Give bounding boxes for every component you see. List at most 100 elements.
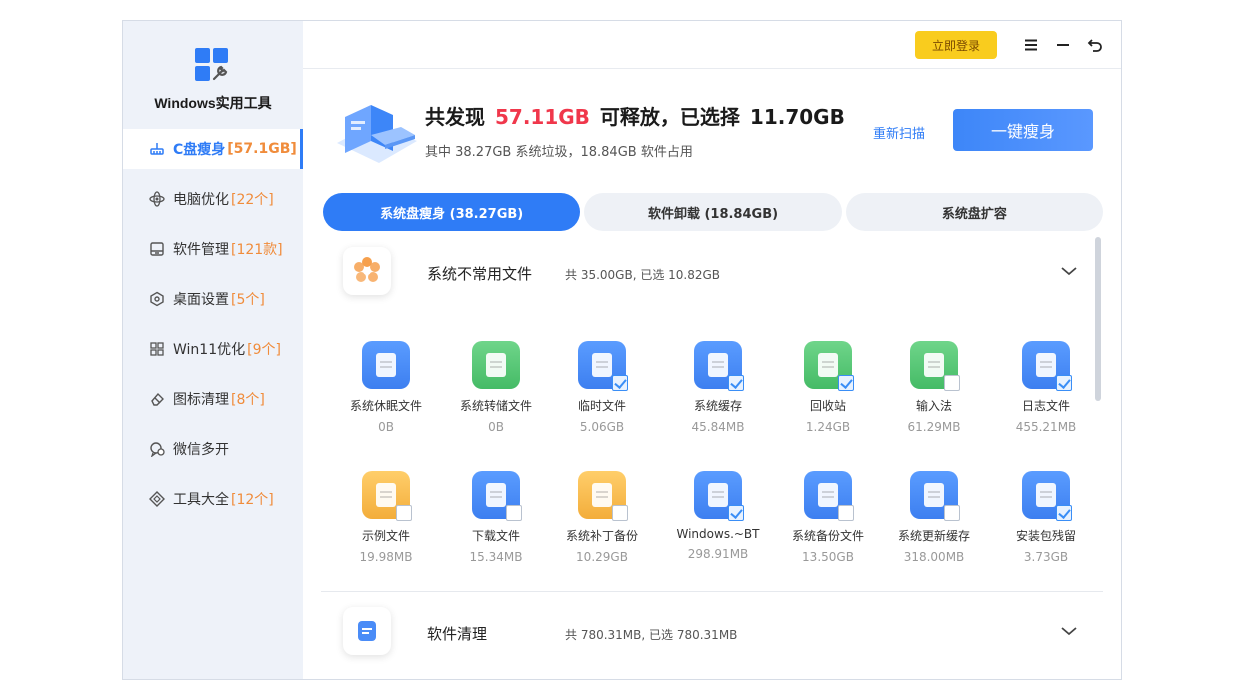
item-checkbox[interactable]: [944, 505, 960, 521]
sidebar-item-count: [8个]: [231, 392, 265, 408]
scrollbar[interactable]: [1095, 237, 1101, 401]
item-size: 0B: [378, 420, 394, 434]
item-size: 5.06GB: [579, 420, 625, 434]
sidebar-item-software-manage[interactable]: 软件管理 [121款]: [123, 229, 303, 269]
item-name: 回收站: [809, 399, 846, 413]
file-category-icon: [472, 341, 520, 389]
tab-system-slim[interactable]: 系统盘瘦身 (38.27GB): [323, 193, 581, 231]
file-category-icon: [578, 471, 628, 521]
item-name: 日志文件: [1021, 399, 1070, 413]
sidebar-item-win11-optimize[interactable]: Win11优化 [9个]: [123, 329, 303, 369]
sidebar-item-count: [57.1GB]: [227, 141, 297, 157]
item-checkbox[interactable]: [396, 505, 412, 521]
item-size: 1.24GB: [805, 420, 851, 434]
file-category-item[interactable]: 系统备份文件 13.50GB: [773, 471, 883, 564]
item-size: 13.50GB: [802, 550, 854, 564]
file-category-icon: [804, 471, 854, 521]
rescan-link[interactable]: 重新扫描: [873, 123, 925, 142]
file-category-icon: [1022, 341, 1072, 391]
grid-icon: [149, 341, 165, 357]
sidebar-item-pc-optimize[interactable]: 电脑优化 [22个]: [123, 179, 303, 219]
item-name: 示例文件: [361, 529, 410, 543]
section-header-uncommon-files[interactable]: 系统不常用文件 共 35.00GB, 已选 10.82GB: [321, 235, 1103, 299]
item-checkbox[interactable]: [612, 375, 628, 391]
sidebar-item-wechat-multi[interactable]: 微信多开: [123, 429, 303, 469]
sidebar-item-count: [12个]: [231, 492, 274, 508]
sidebar-item-toolbox[interactable]: 工具大全 [12个]: [123, 479, 303, 519]
sidebar-item-icon-cleanup[interactable]: 图标清理 [8个]: [123, 379, 303, 419]
file-category-item[interactable]: 系统转储文件 0B: [441, 341, 551, 434]
login-button[interactable]: 立即登录: [915, 31, 997, 59]
menu-icon[interactable]: [1021, 35, 1041, 55]
file-category-item[interactable]: 安装包残留 3.73GB: [991, 471, 1101, 564]
item-name: 系统缓存: [693, 399, 742, 413]
title-bar: 立即登录: [303, 21, 1121, 69]
item-size: 455.21MB: [1015, 420, 1077, 434]
selected-value: 11.70GB: [749, 105, 845, 129]
chevron-down-icon[interactable]: [1059, 261, 1079, 281]
broom-icon: [149, 141, 165, 157]
back-icon[interactable]: [1085, 35, 1105, 55]
item-name: 系统休眠文件: [349, 399, 422, 413]
item-checkbox[interactable]: [728, 375, 744, 391]
item-checkbox[interactable]: [506, 505, 522, 521]
hexagon-settings-icon: [149, 291, 165, 307]
selected-prefix: 可释放，已选择: [599, 105, 740, 129]
gear-flower-icon: [343, 247, 391, 295]
item-checkbox[interactable]: [1056, 375, 1072, 391]
item-checkbox[interactable]: [1056, 505, 1072, 521]
file-category-item[interactable]: Windows.~BT 298.91MB: [663, 471, 773, 561]
item-name: 系统更新缓存: [897, 529, 970, 543]
chevron-down-icon[interactable]: [1059, 621, 1079, 641]
item-checkbox[interactable]: [838, 375, 854, 391]
file-category-icon: [694, 341, 744, 391]
sidebar-item-label: 电脑优化: [173, 192, 229, 208]
found-prefix: 共发现: [425, 105, 485, 129]
file-category-icon: [804, 341, 854, 391]
scan-summary: 共发现 57.11GB 可释放，已选择 11.70GB 其中 38.27GB 系…: [303, 69, 1121, 191]
tab-software-uninstall[interactable]: 软件卸载 (18.84GB): [584, 193, 842, 231]
file-category-item[interactable]: 示例文件 19.98MB: [331, 471, 441, 564]
chat-icon: [149, 441, 165, 457]
sidebar-item-label: 桌面设置: [173, 292, 229, 308]
section-header-software-clean[interactable]: 软件清理 共 780.31MB, 已选 780.31MB: [321, 595, 1103, 659]
item-size: 10.29GB: [576, 550, 628, 564]
app-box-icon: [343, 607, 391, 655]
file-category-item[interactable]: 系统更新缓存 318.00MB: [879, 471, 989, 564]
item-name: 安装包残留: [1015, 529, 1076, 543]
file-category-icon: [910, 471, 960, 521]
one-click-slim-button[interactable]: 一键瘦身: [953, 109, 1093, 151]
file-category-item[interactable]: 输入法 61.29MB: [879, 341, 989, 434]
atom-icon: [149, 191, 165, 207]
sidebar-nav: C盘瘦身 [57.1GB] 电脑优化 [22个] 软件管理 [121款] 桌面设…: [123, 129, 303, 529]
file-category-item[interactable]: 系统休眠文件 0B: [331, 341, 441, 434]
sidebar-item-desktop-settings[interactable]: 桌面设置 [5个]: [123, 279, 303, 319]
item-name: 临时文件: [577, 399, 626, 413]
sidebar-item-c-drive-slim[interactable]: C盘瘦身 [57.1GB]: [123, 129, 303, 169]
sidebar-item-label: Win11优化: [173, 342, 246, 358]
section-title: 软件清理: [427, 625, 488, 643]
item-checkbox[interactable]: [838, 505, 854, 521]
file-category-item[interactable]: 回收站 1.24GB: [773, 341, 883, 434]
item-size: 61.29MB: [907, 420, 961, 434]
file-category-icon: [694, 471, 744, 521]
item-checkbox[interactable]: [728, 505, 744, 521]
item-checkbox[interactable]: [612, 505, 628, 521]
file-category-item[interactable]: 系统补丁备份 10.29GB: [547, 471, 657, 564]
file-category-item[interactable]: 系统缓存 45.84MB: [663, 341, 773, 434]
app-window: Windows实用工具 C盘瘦身 [57.1GB] 电脑优化 [22个] 软件管…: [122, 20, 1122, 680]
item-name: 系统转储文件: [459, 399, 532, 413]
section-title: 系统不常用文件: [427, 265, 533, 283]
summary-detail: 其中 38.27GB 系统垃圾，18.84GB 软件占用: [425, 145, 693, 160]
item-checkbox[interactable]: [944, 375, 960, 391]
file-category-icon: [362, 471, 412, 521]
file-category-item[interactable]: 日志文件 455.21MB: [991, 341, 1101, 434]
file-category-item[interactable]: 临时文件 5.06GB: [547, 341, 657, 434]
sidebar-item-label: 图标清理: [173, 392, 229, 408]
item-name: Windows.~BT: [676, 527, 760, 541]
item-size: 0B: [488, 420, 504, 434]
file-category-item[interactable]: 下载文件 15.34MB: [441, 471, 551, 564]
minimize-icon[interactable]: [1053, 35, 1073, 55]
tab-system-expand[interactable]: 系统盘扩容: [845, 193, 1103, 231]
item-size: 298.91MB: [687, 547, 749, 561]
